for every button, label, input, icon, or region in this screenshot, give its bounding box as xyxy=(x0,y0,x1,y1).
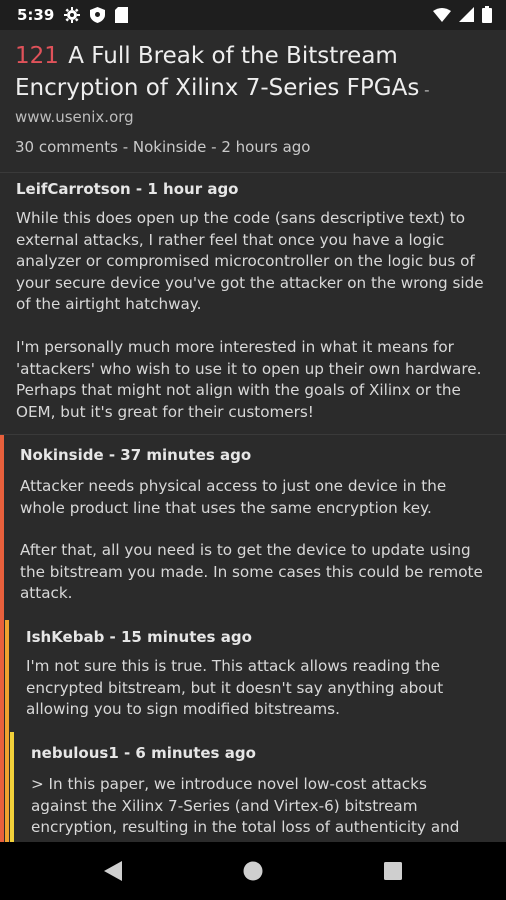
depth-indicator xyxy=(5,620,9,732)
comment-body: I'm not sure this is true. This attack a… xyxy=(26,656,486,721)
comment-body: Attacker needs physical access to just o… xyxy=(20,476,484,605)
depth-indicator-mid xyxy=(5,732,9,842)
comment[interactable]: IshKebab - 15 minutes ago I'm not sure t… xyxy=(0,620,506,732)
status-time: 5:39 xyxy=(17,6,55,24)
navigation-bar xyxy=(0,842,506,900)
comment-thread[interactable]: 121 A Full Break of the Bitstream Encryp… xyxy=(0,30,506,842)
comment[interactable]: nebulous1 - 6 minutes ago > In this pape… xyxy=(0,732,506,842)
comment-paragraph: While this does open up the code (sans d… xyxy=(16,209,484,314)
recents-icon[interactable] xyxy=(384,862,402,884)
comment-author[interactable]: IshKebab - 15 minutes ago xyxy=(26,628,486,646)
story-score: 121 xyxy=(15,43,59,69)
signal-icon xyxy=(459,7,474,26)
comment-paragraph: Attacker needs physical access to just o… xyxy=(20,477,447,517)
back-icon[interactable] xyxy=(103,860,123,886)
depth-indicator-outer xyxy=(0,620,4,732)
comment-author[interactable]: nebulous1 - 6 minutes ago xyxy=(31,744,481,762)
home-icon[interactable] xyxy=(243,861,263,885)
comment-body: > In this paper, we introduce novel low-… xyxy=(31,774,481,842)
wifi-icon xyxy=(433,7,451,26)
domain-separator: - xyxy=(419,81,430,99)
divider xyxy=(0,172,506,173)
comment-body: While this does open up the code (sans d… xyxy=(16,208,491,423)
status-system-icons xyxy=(433,6,492,27)
comment-paragraph: > In this paper, we introduce novel low-… xyxy=(31,775,460,842)
status-notification-icons xyxy=(64,7,128,27)
sd-card-icon xyxy=(115,7,128,27)
status-bar: 5:39 xyxy=(0,0,506,30)
comment-paragraph: After that, all you need is to get the d… xyxy=(20,541,483,603)
depth-indicator xyxy=(10,732,14,842)
story-meta: 30 comments - Nokinside - 2 hours ago xyxy=(15,138,311,156)
story-title[interactable]: 121 A Full Break of the Bitstream Encryp… xyxy=(15,40,492,106)
comment-paragraph: I'm personally much more interested in w… xyxy=(16,337,482,421)
shield-icon xyxy=(90,7,105,27)
story-domain[interactable]: www.usenix.org xyxy=(15,108,492,126)
depth-indicator xyxy=(0,435,4,620)
battery-icon xyxy=(482,6,492,27)
comment-paragraph: I'm not sure this is true. This attack a… xyxy=(26,657,444,719)
gear-icon xyxy=(64,7,80,27)
depth-indicator-outer xyxy=(0,732,4,842)
comment[interactable]: Nokinside - 37 minutes ago Attacker need… xyxy=(0,435,506,620)
story-title-text: A Full Break of the Bitstream Encryption… xyxy=(15,43,420,101)
story-header[interactable]: 121 A Full Break of the Bitstream Encryp… xyxy=(15,40,492,126)
comment-author[interactable]: LeifCarrotson - 1 hour ago xyxy=(16,180,491,198)
comment-author[interactable]: Nokinside - 37 minutes ago xyxy=(20,446,484,464)
